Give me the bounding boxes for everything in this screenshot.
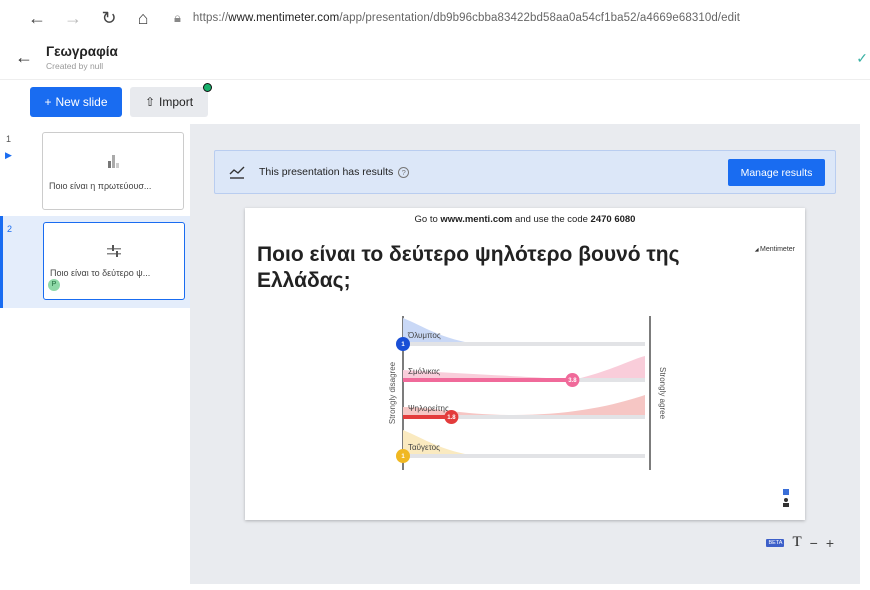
scales-icon [107,245,121,257]
statement-label-4: Ταΰγετος [408,443,440,452]
slide-number: 2 [7,224,13,234]
import-label: Import [159,95,194,109]
slide-thumbnail[interactable]: Ποιο είναι το δεύτερο ψ... P [43,222,185,300]
presentation-title[interactable]: Γεωγραφία [46,44,118,59]
slide-thumbnail-text: Ποιο είναι η πρωτεύουσ... [49,181,152,191]
notification-dot [203,83,212,92]
presenter-badge: P [48,279,60,291]
lock-icon: 🔒︎ [174,10,181,25]
right-scale-label: Strongly agree [658,367,667,420]
track-4 [403,454,645,458]
value-label-3: 1.8 [447,415,456,421]
zoom-in-button[interactable]: + [826,535,834,551]
statement-label-1: Όλυμπος [407,331,441,340]
home-icon[interactable]: ⌂ [130,5,156,31]
help-icon[interactable]: ? [398,166,410,178]
new-slide-button[interactable]: + New slide [30,87,122,117]
browser-toolbar: ← → ↻ ⌂ 🔒︎ https://www.mentimeter.com/ap… [0,0,870,36]
check-icon: ✓ [856,50,868,66]
slide-thumbnail[interactable]: Ποιο είναι η πρωτεύουσ... [42,132,184,210]
address-bar[interactable]: https://www.mentimeter.com/app/presentat… [193,12,740,24]
zoom-controls: BETA T − + [766,534,834,551]
manage-results-button[interactable]: Manage results [728,159,825,186]
left-scale-label: Strongly disagree [388,361,397,424]
import-button[interactable]: ⇧ Import [130,83,212,117]
slide-item-1[interactable]: 1 ▶ Ποιο είναι η πρωτεύουσ... [0,126,190,218]
presentation-subtitle: Created by null [46,61,104,71]
scales-chart: Strongly disagree Strongly agreeΌλυμπος1Σ… [388,316,667,470]
editor-canvas: This presentation has results ? Manage r… [190,124,860,584]
plus-icon: + [44,95,52,109]
new-slide-label: New slide [55,95,108,109]
upload-icon: ⇧ [144,95,156,109]
editor-toolbar: + New slide ⇧ Import [0,80,870,124]
value-bar-2 [403,378,573,382]
beta-badge: BETA [766,538,785,547]
url-prefix: https:// [192,12,229,24]
bar-chart-icon [108,155,119,168]
slide-preview[interactable]: Go to www.menti.com and use the code 247… [245,208,805,520]
results-banner: This presentation has results ? Manage r… [214,150,836,194]
reload-icon[interactable]: ↻ [96,5,122,31]
text-size-button[interactable]: T [792,534,801,551]
results-text: This presentation has results [259,166,394,178]
forward-arrow-icon[interactable]: → [60,5,86,31]
slide-list: 1 ▶ Ποιο είναι η πρωτεύουσ... 2 Ποιο είν… [0,124,190,590]
statement-label-2: Σμόλικας [408,367,440,376]
line-chart-icon [229,166,245,179]
play-icon: ▶ [5,150,12,160]
slide-item-2[interactable]: 2 Ποιο είναι το δεύτερο ψ... P [0,216,190,308]
url-host: www.mentimeter.com [228,12,340,24]
track-1 [403,342,645,346]
slide-number: 1 [6,134,12,144]
audience-icon [783,489,789,507]
url-path: /app/presentation/db9b96cbba83422bd58aa0… [339,12,741,24]
title-block: Γεωγραφία Created by null [46,44,118,71]
statement-label-3: Ψηλορείτης [408,404,449,413]
back-arrow-icon[interactable]: ← [24,5,50,31]
value-bar-3 [403,415,452,419]
back-icon[interactable]: ← [6,47,42,68]
value-label-2: 3.8 [568,378,577,384]
zoom-out-button[interactable]: − [810,535,818,551]
app-header: ← Γεωγραφία Created by null ✓ [0,36,870,80]
slide-thumbnail-text: Ποιο είναι το δεύτερο ψ... [50,268,151,278]
